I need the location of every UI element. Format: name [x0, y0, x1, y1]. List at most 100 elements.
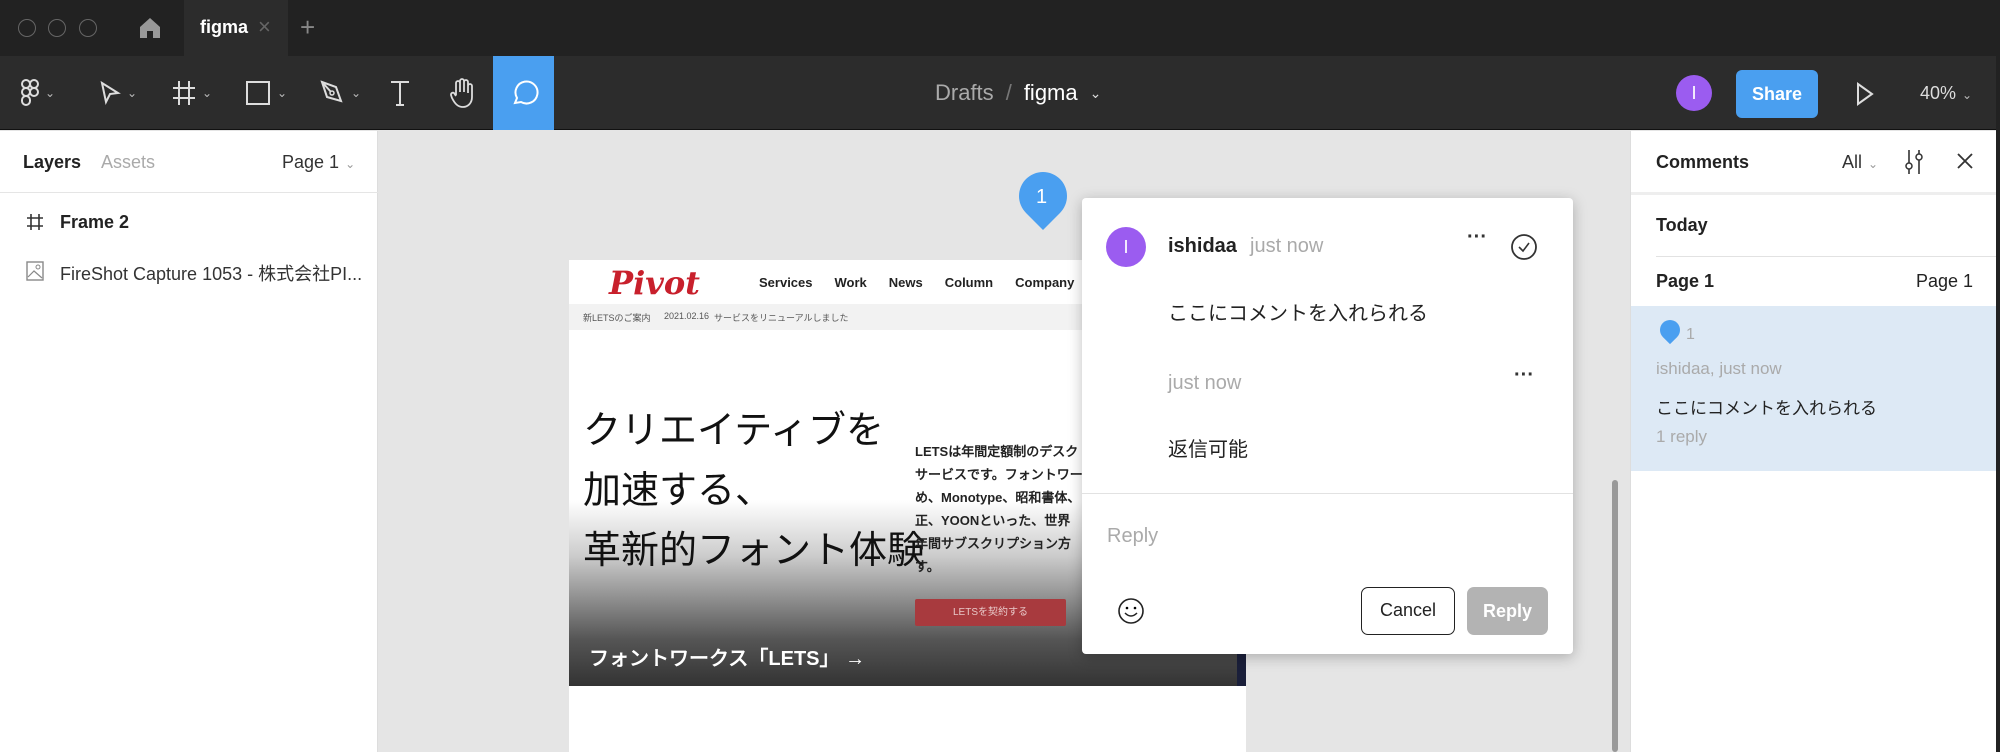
news-date: 2021.02.16 [664, 311, 710, 321]
layer-item[interactable]: FireShot Capture 1053 - 株式会社PI... [0, 251, 378, 291]
share-button[interactable]: Share [1736, 70, 1818, 118]
news-text: サービスをリニューアルしました [714, 313, 849, 323]
close-window-button[interactable] [18, 19, 36, 37]
reply-text: 返信可能 [1168, 439, 1248, 461]
comments-title: Comments [1656, 152, 1750, 172]
cursor-icon [100, 81, 121, 105]
user-avatar[interactable]: I [1676, 75, 1712, 111]
image-icon [26, 261, 44, 281]
hand-tool[interactable] [444, 56, 480, 130]
minimize-window-button[interactable] [48, 19, 66, 37]
resolve-check-icon[interactable] [1510, 233, 1538, 261]
banner-link: フォントワークス「LETS」 → [589, 648, 866, 670]
chevron-down-icon: ⌄ [1868, 157, 1879, 171]
body-line: サービスです。フォントワー [915, 467, 1083, 482]
thread-text: ここにコメントを入れられる [1656, 399, 1877, 418]
present-play-icon[interactable] [1855, 82, 1875, 106]
rectangle-icon [245, 81, 270, 105]
author-avatar: I [1106, 227, 1146, 267]
body-line: 正、YOONといった、世界 [915, 513, 1071, 528]
pin-icon [1655, 315, 1685, 345]
comment-pin-number: 1 [1036, 186, 1048, 208]
zoom-menu[interactable]: 40% ⌄ [1920, 83, 1972, 104]
nav-item: News [888, 275, 923, 290]
chevron-down-icon: ⌄ [44, 86, 56, 100]
divider [1656, 256, 1997, 257]
cancel-button[interactable]: Cancel [1361, 587, 1455, 635]
move-tool[interactable]: ⌄ [92, 56, 144, 130]
file-name[interactable]: figma [1024, 80, 1078, 106]
news-label: 新LETSのご案内 [583, 313, 651, 323]
zoom-level: 40% [1920, 83, 1957, 103]
thread-replies: 1 reply [1656, 427, 1708, 446]
reply-more-options-icon[interactable]: ··· [1514, 364, 1534, 387]
emoji-icon[interactable] [1117, 597, 1145, 625]
comments-panel: Comments All ⌄ Today Page 1 Page 1 1 ishi… [1630, 131, 1997, 752]
comment-thread-item[interactable]: 1 ishidaa, just now ここにコメントを入れられる 1 repl… [1631, 306, 1997, 471]
main-menu-button[interactable]: ⌄ [14, 56, 62, 130]
layer-item[interactable]: Frame 2 [0, 203, 378, 243]
reply-time: just now [1168, 372, 1242, 394]
maximize-window-button[interactable] [79, 19, 97, 37]
pen-tool[interactable]: ⌄ [312, 56, 368, 130]
comment-tool[interactable] [493, 56, 554, 130]
close-tab-icon[interactable]: × [258, 14, 271, 40]
breadcrumb-separator: / [1005, 80, 1012, 105]
body-line: LETSは年間定額制のデスク [915, 444, 1079, 459]
breadcrumb-drafts[interactable]: Drafts [935, 80, 994, 106]
hero-heading: クリエイティブを 加速する、 革新的フォント体験 [583, 400, 925, 580]
nav-item: Company [1015, 275, 1075, 290]
page-selector-label: Page 1 [282, 152, 340, 172]
file-menu-chevron-icon[interactable]: ⌄ [1090, 85, 1102, 102]
shape-tool[interactable]: ⌄ [238, 56, 294, 130]
text-icon [391, 81, 409, 106]
tab-title: figma [200, 17, 249, 37]
divider [1631, 192, 1997, 195]
comment-text: ここにコメントを入れられる [1168, 303, 1428, 325]
reply-placeholder: Reply [1107, 525, 1159, 547]
new-tab-button[interactable]: + [300, 12, 315, 43]
page-group-link[interactable]: Page 1 [1916, 271, 1973, 292]
more-options-icon[interactable]: ··· [1467, 226, 1487, 249]
home-icon[interactable] [138, 16, 162, 40]
comments-filter[interactable]: All ⌄ [1842, 152, 1878, 173]
comment-thread-popup: I ishidaa just now ··· ここにコメントを入れられる jus… [1082, 198, 1573, 654]
reply-button[interactable]: Reply [1467, 587, 1548, 635]
frame-icon [172, 81, 195, 105]
canvas-scrollbar[interactable] [1612, 480, 1618, 752]
layer-name: Frame 2 [60, 212, 130, 232]
window-edge [1996, 0, 2000, 752]
text-tool[interactable] [385, 56, 415, 130]
webpage-nav: Services Work News Column Company [759, 275, 1074, 290]
comment-time: just now [1250, 235, 1324, 257]
body-line: め、Monotype、昭和書体、 [915, 490, 1081, 505]
hero-line: 加速する、 [583, 468, 774, 512]
nav-item: Work [834, 275, 867, 290]
layer-name: FireShot Capture 1053 - 株式会社PI... [60, 264, 363, 284]
figma-logo-icon [20, 79, 39, 106]
close-icon[interactable] [1956, 152, 1974, 170]
hero-line: 革新的フォント体験 [583, 528, 926, 572]
tab-layers[interactable]: Layers [23, 152, 81, 173]
nav-item: Column [944, 275, 994, 290]
nav-item: Services [759, 275, 813, 290]
frame-icon [27, 214, 43, 230]
file-tab[interactable]: figma × [184, 0, 288, 56]
cta-button: LETSを契約する [915, 599, 1066, 626]
reply-input[interactable]: Reply [1082, 494, 1573, 574]
hand-icon [450, 78, 473, 108]
body-line: す。 [915, 559, 940, 574]
comment-author: ishidaa [1168, 235, 1237, 257]
body-line: 年間サブスクリプション方 [915, 536, 1072, 551]
hero-body: LETSは年間定額制のデスク サービスです。フォントワー め、Monotype、… [915, 440, 1083, 578]
breadcrumb: Drafts / figma ⌄ [935, 80, 1101, 106]
hero-line: クリエイティブを [583, 408, 884, 452]
filter-label: All [1842, 152, 1863, 172]
pivot-logo: Pivot [609, 264, 700, 302]
layers-panel: Layers Assets Page 1 ⌄ Frame 2 FireShot C… [0, 131, 378, 752]
page-selector[interactable]: Page 1 ⌄ [282, 152, 355, 173]
frame-tool[interactable]: ⌄ [166, 56, 218, 130]
tab-assets[interactable]: Assets [101, 152, 155, 173]
sliders-icon[interactable] [1903, 148, 1925, 176]
comment-icon [512, 80, 538, 105]
